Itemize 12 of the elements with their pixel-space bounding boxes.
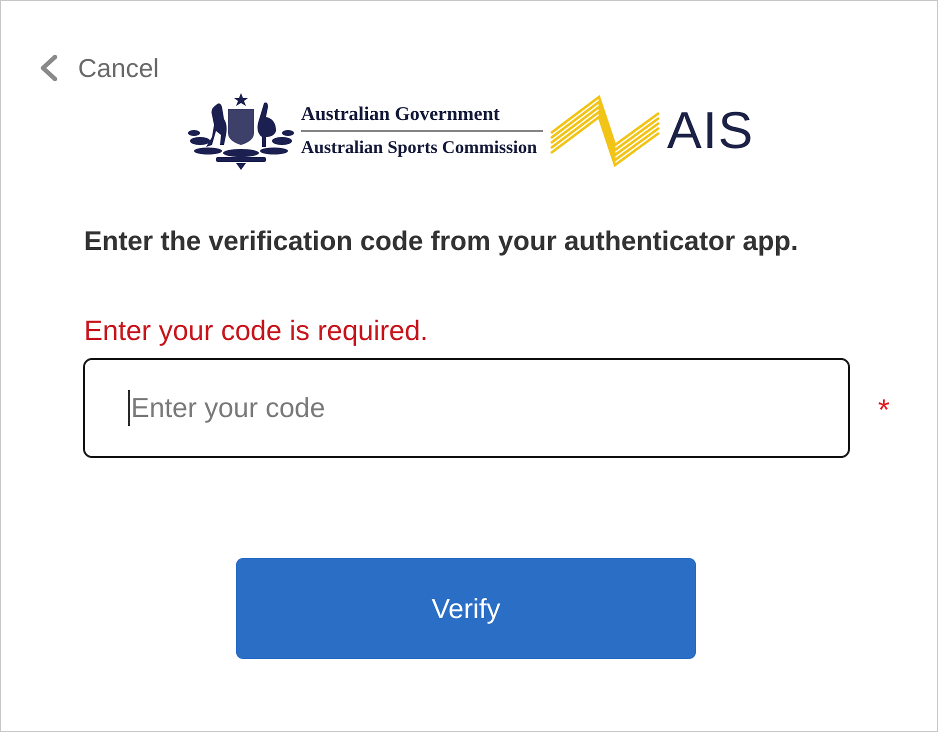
cancel-link[interactable]: Cancel xyxy=(38,51,159,85)
error-message: Enter your code is required. xyxy=(84,316,429,346)
agency-name: Australian Sports Commission xyxy=(301,136,538,158)
crest-icon xyxy=(186,91,296,171)
brand-name: AIS xyxy=(667,105,754,157)
ribbon-logo-icon xyxy=(549,93,661,169)
verify-button[interactable]: Verify xyxy=(236,558,696,659)
code-input[interactable]: Enter your code xyxy=(83,358,850,458)
chevron-left-icon xyxy=(38,55,60,81)
required-mark: * xyxy=(878,396,890,426)
instruction-text: Enter the verification code from your authenticator app. xyxy=(84,226,800,256)
government-name: Australian Government xyxy=(301,104,501,126)
